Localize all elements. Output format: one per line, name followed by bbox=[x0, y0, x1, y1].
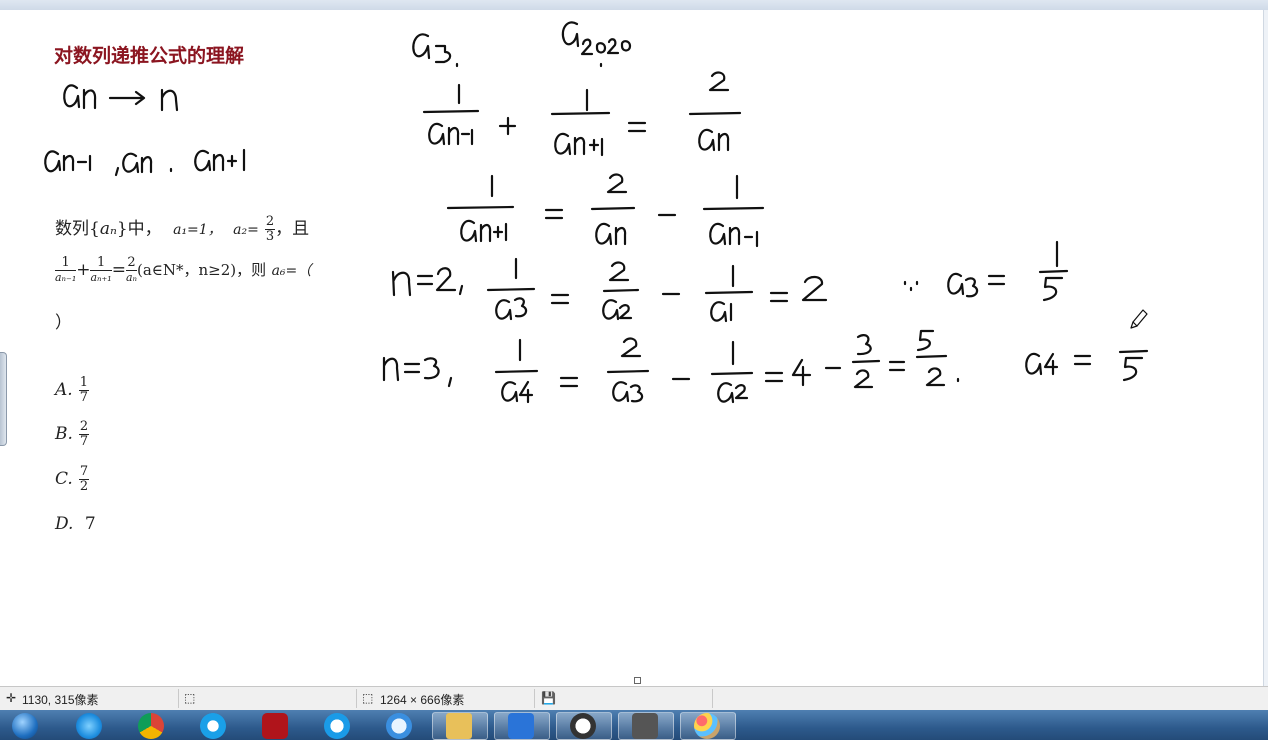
start-orb-icon[interactable] bbox=[12, 713, 38, 739]
cursor-position-icon: ✛ bbox=[6, 691, 17, 705]
canvas-size: 1264 × 666像素 bbox=[380, 693, 465, 707]
pencil-cursor-icon bbox=[1130, 309, 1148, 329]
folder-icon bbox=[446, 713, 472, 739]
handwriting-eq4 bbox=[382, 329, 1149, 404]
status-divider bbox=[178, 689, 179, 708]
kugou-icon[interactable] bbox=[324, 713, 350, 739]
handwriting-eq1 bbox=[422, 71, 742, 157]
handwriting-layer bbox=[44, 21, 1149, 404]
windows-taskbar bbox=[0, 710, 1268, 740]
status-divider bbox=[712, 689, 713, 708]
canvas-resize-handle[interactable] bbox=[634, 677, 641, 684]
browser-icon[interactable] bbox=[200, 713, 226, 739]
cursor-position: 1130, 315像素 bbox=[22, 693, 99, 707]
status-bar: ✛ 1130, 315像素 ⬚ ⬚ 1264 × 666像素 💾 bbox=[0, 686, 1268, 711]
handwriting-a2020 bbox=[561, 21, 632, 68]
handwriting-three-terms bbox=[44, 148, 246, 177]
canvas-size-icon: ⬚ bbox=[362, 691, 374, 705]
handwriting-eq3 bbox=[391, 240, 1069, 323]
handwriting-eq2 bbox=[446, 173, 765, 248]
camera-icon bbox=[632, 713, 658, 739]
flash-player-icon[interactable] bbox=[262, 713, 288, 739]
handwriting-a5 bbox=[412, 33, 459, 68]
file-size-icon: 💾 bbox=[541, 691, 556, 705]
baidu-netdisk-icon[interactable] bbox=[386, 713, 412, 739]
status-divider bbox=[356, 689, 357, 708]
selection-size-icon: ⬚ bbox=[184, 691, 196, 705]
paint-icon bbox=[694, 713, 720, 739]
chrome-icon[interactable] bbox=[138, 713, 164, 739]
handwriting-an-to-n bbox=[63, 84, 179, 112]
wps-icon bbox=[508, 713, 534, 739]
qq-icon bbox=[570, 713, 596, 739]
internet-explorer-icon[interactable] bbox=[76, 713, 102, 739]
status-divider bbox=[534, 689, 535, 708]
window-top-strip bbox=[0, 0, 1268, 10]
